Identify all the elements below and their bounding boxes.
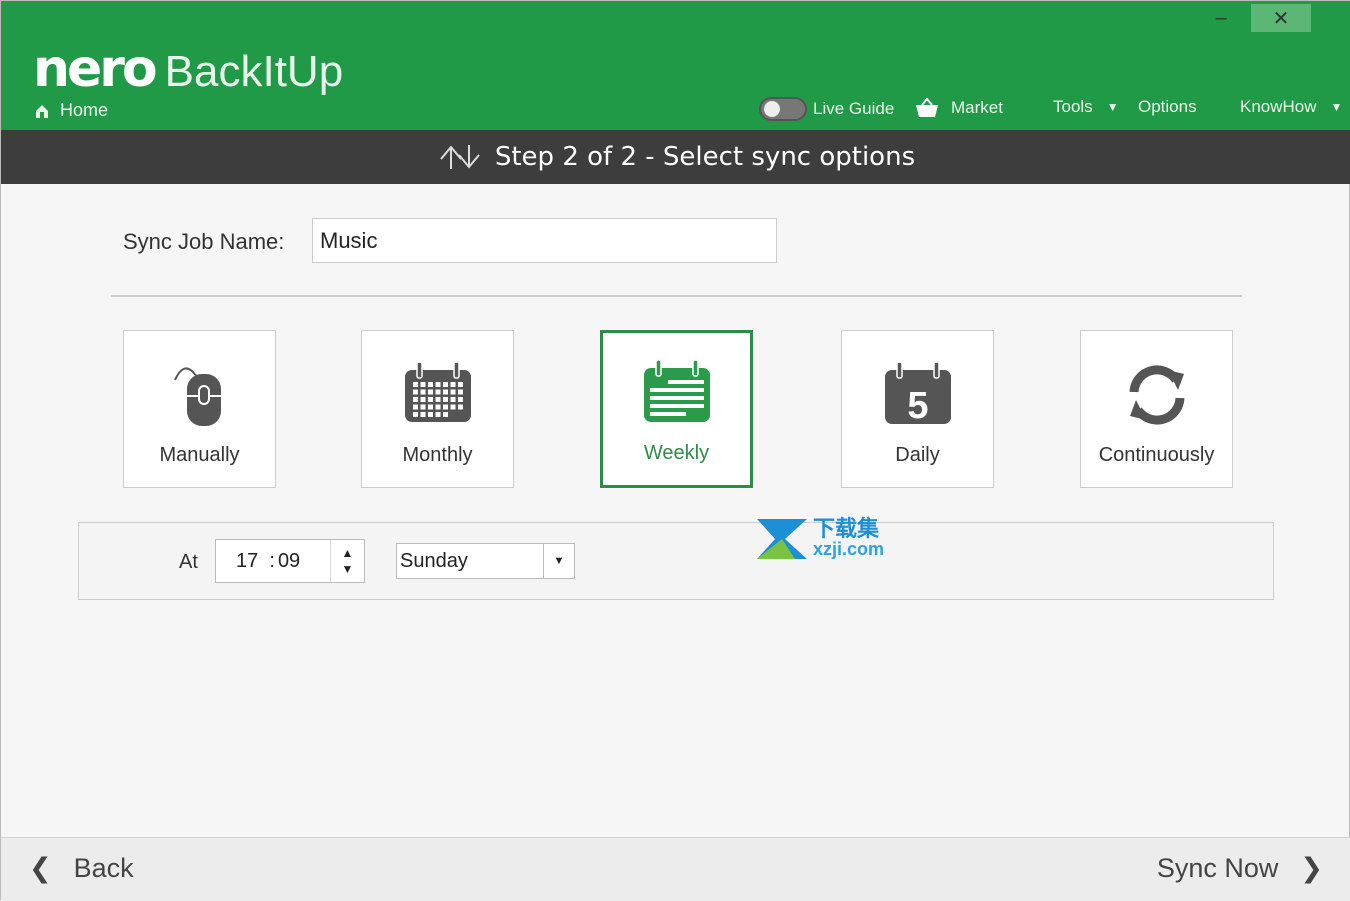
- watermark-text: 下载集: [813, 516, 880, 541]
- spin-down-icon[interactable]: ▼: [342, 561, 354, 577]
- option-monthly[interactable]: Monthly: [361, 330, 514, 488]
- chevron-left-icon: ❮: [29, 853, 52, 883]
- product-name: BackItUp: [164, 47, 344, 96]
- time-input[interactable]: 17 :09 ▲ ▼: [215, 539, 365, 583]
- minimize-button[interactable]: –: [1191, 4, 1251, 32]
- refresh-icon: [1129, 365, 1184, 425]
- day-value: Sunday: [400, 549, 468, 572]
- chevron-down-icon: ▼: [1330, 100, 1343, 114]
- toggle-switch[interactable]: [759, 97, 807, 121]
- back-button[interactable]: ❮ Back: [29, 853, 134, 884]
- chevron-down-icon: ▼: [1106, 100, 1119, 114]
- day-select[interactable]: Sunday ▼: [396, 543, 575, 579]
- options-label: Options: [1138, 97, 1197, 116]
- calendar-day-icon: 5: [884, 361, 951, 427]
- step-title: Step 2 of 2 - Select sync options: [494, 142, 916, 172]
- options-menu[interactable]: Options: [1138, 97, 1197, 117]
- watermark-url: xzji.com: [813, 539, 885, 559]
- option-daily[interactable]: 5 Daily: [841, 330, 994, 488]
- brand-name: nero: [33, 39, 158, 99]
- at-label: At: [179, 551, 198, 573]
- home-link[interactable]: Home: [34, 100, 108, 121]
- minute-value[interactable]: 09: [278, 550, 300, 573]
- home-label: Home: [60, 100, 109, 120]
- job-name-input[interactable]: [312, 218, 777, 263]
- hour-value[interactable]: 17: [236, 550, 258, 573]
- tools-menu[interactable]: Tools ▼: [1053, 97, 1119, 117]
- back-label: Back: [73, 853, 134, 883]
- daily-number: 5: [907, 385, 928, 427]
- option-continuously[interactable]: Continuously: [1080, 330, 1233, 488]
- spin-up-icon[interactable]: ▲: [342, 545, 354, 561]
- time-spinner[interactable]: ▲ ▼: [330, 540, 364, 582]
- option-label: Manually: [159, 444, 240, 466]
- chevron-down-icon[interactable]: ▼: [543, 544, 574, 578]
- footer-bar: ❮ Back Sync Now ❯: [1, 837, 1350, 901]
- x-logo-icon: [757, 519, 807, 559]
- option-label: Weekly: [643, 442, 710, 464]
- calendar-month-icon: [404, 361, 471, 422]
- schedule-panel: At 17 :09 ▲ ▼ Sunday ▼: [78, 522, 1274, 600]
- tools-label: Tools: [1053, 97, 1093, 116]
- app-header: nero BackItUp Home – ✕ Live Guide Market …: [1, 1, 1350, 130]
- basket-icon: [916, 97, 938, 117]
- option-label: Monthly: [402, 444, 473, 466]
- time-separator: :: [269, 549, 275, 572]
- watermark-logo: 下载集 xzji.com: [755, 517, 884, 561]
- mouse-icon: [173, 367, 221, 426]
- market-label: Market: [951, 98, 1003, 117]
- live-guide-toggle[interactable]: Live Guide: [759, 97, 894, 121]
- sync-icon: [440, 145, 480, 169]
- market-link[interactable]: Market: [915, 97, 1003, 119]
- knowhow-menu[interactable]: KnowHow ▼: [1240, 97, 1342, 117]
- option-manually[interactable]: Manually: [123, 330, 276, 488]
- step-bar: Step 2 of 2 - Select sync options: [1, 130, 1350, 184]
- close-button[interactable]: ✕: [1251, 4, 1311, 32]
- option-label: Daily: [895, 444, 940, 466]
- sync-now-button[interactable]: Sync Now ❯: [1157, 853, 1323, 884]
- knowhow-label: KnowHow: [1240, 97, 1317, 116]
- home-icon: [36, 104, 48, 118]
- calendar-week-icon: [643, 359, 710, 422]
- live-guide-label: Live Guide: [813, 99, 895, 118]
- option-weekly[interactable]: Weekly: [600, 330, 753, 488]
- option-label: Continuously: [1098, 444, 1215, 466]
- chevron-right-icon: ❯: [1300, 853, 1323, 883]
- divider: [111, 295, 1242, 297]
- app-logo: nero BackItUp: [33, 41, 343, 100]
- job-name-label: Sync Job Name:: [123, 229, 285, 254]
- sync-now-label: Sync Now: [1156, 853, 1279, 883]
